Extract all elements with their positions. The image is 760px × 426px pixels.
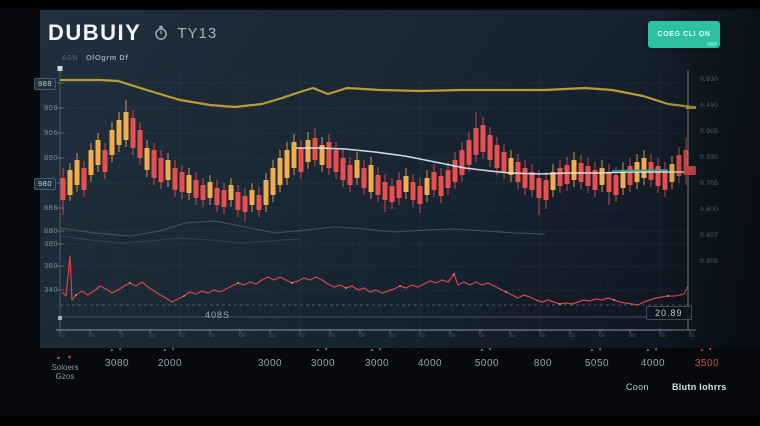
chart-header: DUBUIY TY13 — [48, 20, 217, 46]
chart-canvas[interactable] — [0, 0, 760, 426]
value-stepper-carets[interactable]: ▴ ▾ — [301, 347, 345, 353]
baseline-left-label: 408S — [205, 310, 230, 320]
caption-line2: Gzos — [40, 372, 90, 381]
value-stepper-carets[interactable]: ▴ ▾ — [631, 347, 675, 353]
caption-line1: Soloers — [40, 363, 90, 372]
bottom-axis-caption: ▲ ▼ Soloers Gzos — [40, 354, 90, 381]
clock-icon — [154, 25, 168, 41]
page-title: DUBUIY — [48, 20, 141, 46]
value-stepper-carets[interactable]: ▴ ▾ — [465, 347, 509, 353]
symbol-tag: TY13 — [177, 25, 217, 42]
trading-app-window: DUBUIY TY13 COEG CLI ON ASN OlOgrm Df 98… — [0, 0, 760, 426]
value-stepper-carets[interactable]: ▴ ▾ — [685, 347, 729, 353]
indicator-legend: ASN OlOgrm Df — [62, 53, 128, 62]
footer-link-close[interactable]: Coon — [626, 382, 649, 392]
footer-link-items[interactable]: Blutn lohrrs — [672, 382, 727, 392]
value-stepper-carets[interactable]: ▴ ▾ — [95, 347, 139, 353]
legend-prefix: ASN — [62, 55, 78, 62]
value-stepper-carets[interactable]: ▴ ▾ — [355, 347, 399, 353]
caption-carets[interactable]: ▲ ▼ — [40, 354, 90, 363]
value-stepper-carets[interactable]: ▴ ▾ — [575, 347, 619, 353]
legend-label: OlOgrm Df — [86, 53, 128, 62]
primary-action-button[interactable]: COEG CLI ON — [648, 21, 720, 48]
baseline-right-price-chip: 20.89 — [646, 306, 692, 320]
value-stepper-carets[interactable]: ▴ ▾ — [148, 347, 192, 353]
bottom-black-bar — [0, 416, 760, 426]
